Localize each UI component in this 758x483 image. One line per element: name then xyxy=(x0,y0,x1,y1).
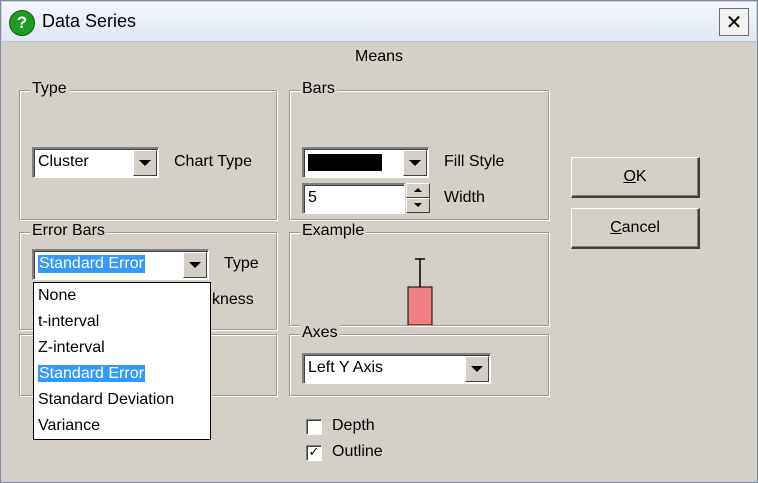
thickness-label: kness xyxy=(212,291,254,308)
ok-button[interactable]: OK xyxy=(571,157,700,198)
cancel-rest: ancel xyxy=(621,219,660,236)
example-group: Example xyxy=(289,222,549,326)
help-icon: ? xyxy=(9,10,35,36)
fill-style-combo[interactable] xyxy=(302,147,429,178)
fill-style-label: Fill Style xyxy=(444,153,505,170)
error-bars-group-label: Error Bars xyxy=(30,222,107,240)
list-item[interactable]: Standard Deviation xyxy=(34,387,210,413)
cancel-button[interactable]: Cancel xyxy=(571,208,700,249)
close-button[interactable]: ✕ xyxy=(719,8,749,36)
bars-group-label: Bars xyxy=(300,80,337,98)
window-title: Data Series xyxy=(42,11,137,31)
error-type-label: Type xyxy=(224,255,259,272)
axis-combo[interactable]: Left Y Axis xyxy=(302,353,491,384)
example-bar xyxy=(407,286,433,325)
bars-group: Bars Fill Style 5 Width xyxy=(289,80,549,220)
error-type-combo[interactable]: Standard Error xyxy=(32,249,209,280)
example-preview xyxy=(407,258,433,325)
title-bar[interactable]: ? Data Series ✕ xyxy=(2,2,756,42)
data-series-dialog: ? Data Series ✕ Means Type Cluster Chart… xyxy=(0,0,758,483)
dialog-body: Means Type Cluster Chart Type Bars Fill … xyxy=(1,42,757,482)
ok-rest: K xyxy=(635,168,647,185)
chevron-down-icon[interactable] xyxy=(403,150,427,176)
list-item[interactable]: Z-interval xyxy=(34,335,210,361)
width-input[interactable]: 5 xyxy=(302,183,405,214)
depth-checkbox[interactable] xyxy=(306,419,322,435)
ok-mnemonic: O xyxy=(623,168,636,185)
axis-value: Left Y Axis xyxy=(308,359,384,376)
list-item[interactable]: None xyxy=(34,283,210,309)
type-group: Type Cluster Chart Type xyxy=(19,80,277,220)
error-type-value: Standard Error xyxy=(38,255,145,273)
axes-group-label: Axes xyxy=(300,324,340,342)
width-value: 5 xyxy=(308,189,317,206)
width-spinner[interactable] xyxy=(406,183,430,213)
dialog-subtitle: Means xyxy=(354,48,404,65)
chart-type-value: Cluster xyxy=(38,153,89,170)
chart-type-combo[interactable]: Cluster xyxy=(32,147,159,178)
spin-up-icon[interactable] xyxy=(406,183,430,198)
chevron-down-icon[interactable] xyxy=(465,356,489,382)
chevron-down-icon[interactable] xyxy=(183,252,207,278)
type-group-label: Type xyxy=(30,80,69,98)
axes-group: Axes Left Y Axis xyxy=(289,324,549,396)
outline-checkbox[interactable]: ✓ xyxy=(306,445,322,461)
depth-label[interactable]: Depth xyxy=(332,417,375,435)
chevron-down-icon[interactable] xyxy=(133,150,157,176)
chart-type-label: Chart Type xyxy=(174,153,252,170)
fill-style-swatch xyxy=(308,154,382,171)
list-item[interactable]: t-interval xyxy=(34,309,210,335)
error-type-dropdown-list[interactable]: None t-interval Z-interval Standard Erro… xyxy=(33,282,211,440)
outline-label[interactable]: Outline xyxy=(332,443,383,461)
cancel-mnemonic: C xyxy=(610,219,622,236)
list-item[interactable]: Variance xyxy=(34,413,210,439)
list-item-selected[interactable]: Standard Error xyxy=(34,361,210,387)
spin-down-icon[interactable] xyxy=(406,198,430,213)
width-label: Width xyxy=(444,189,485,206)
